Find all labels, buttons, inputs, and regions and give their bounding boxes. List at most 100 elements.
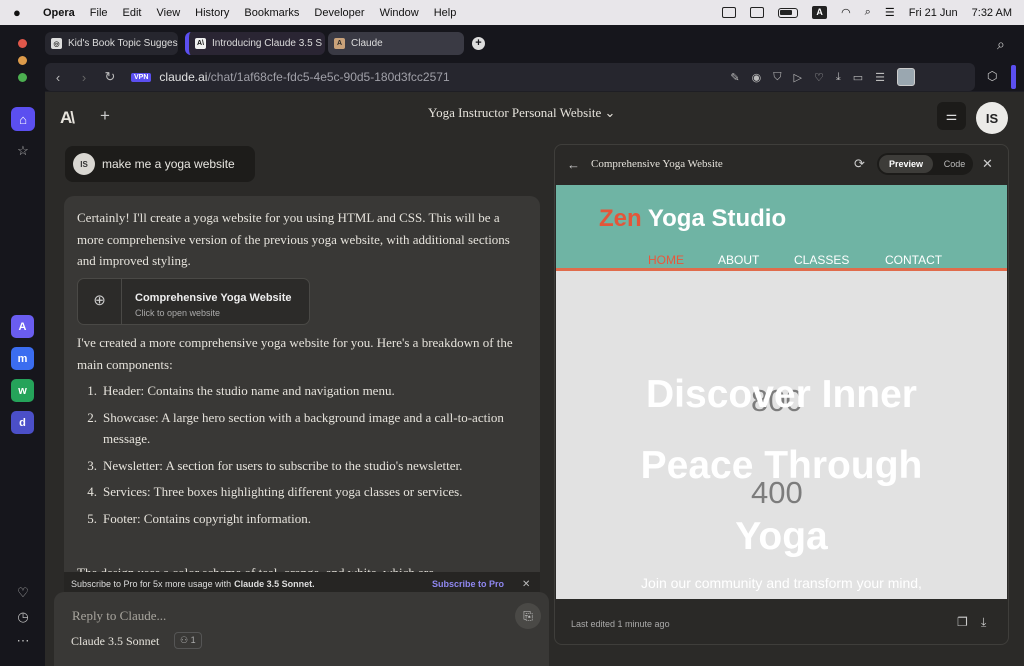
tab-claude-active[interactable]: A Claude <box>328 32 464 55</box>
artifact-card[interactable]: ⊕ Comprehensive Yoga Website Click to op… <box>77 278 310 325</box>
battery-saver-icon[interactable]: ▭ <box>853 71 863 84</box>
download-icon[interactable]: ⤓ <box>836 71 841 84</box>
artifact-panel: ← Comprehensive Yoga Website ⟳ Preview C… <box>554 144 1009 645</box>
list-item: 4. Services: Three boxes highlighting dif… <box>87 484 463 499</box>
conversation-title[interactable]: Yoga Instructor Personal Website ⌄ <box>428 105 615 121</box>
tab-kids-book[interactable]: ◎ Kid's Book Topic Sugges <box>45 32 178 55</box>
menu-developer[interactable]: Developer <box>314 7 364 19</box>
claude-app: A\ + Yoga Instructor Personal Website ⌄ … <box>45 92 1024 666</box>
code-tab[interactable]: Code <box>938 155 971 173</box>
project-users-badge[interactable]: ⚇ 1 <box>174 632 202 649</box>
messenger-app-icon[interactable]: m <box>11 347 34 370</box>
heart-icon[interactable]: ♡ <box>814 71 824 84</box>
menu-window[interactable]: Window <box>380 7 419 19</box>
close-icon[interactable]: ✕ <box>522 579 530 590</box>
bookmarks-star-icon[interactable]: ☆ <box>11 139 35 163</box>
paperclip-icon[interactable]: ⎘ <box>515 603 541 629</box>
menu-view[interactable]: View <box>157 7 181 19</box>
tab-introducing-claude[interactable]: A\ Introducing Claude 3.5 S <box>185 32 325 55</box>
menu-file[interactable]: File <box>90 7 108 19</box>
window-minimize-button[interactable] <box>18 56 27 65</box>
website-preview: Zen Yoga Studio HOME ABOUT CLASSES CONTA… <box>556 185 1007 599</box>
send-icon[interactable]: ▷ <box>794 71 802 84</box>
menubar-date[interactable]: Fri 21 Jun <box>909 7 958 19</box>
new-chat-plus-icon[interactable]: + <box>100 106 110 126</box>
sliders-icon: ⚌ <box>945 108 958 123</box>
claude-icon: A <box>334 38 345 49</box>
address-tools: ✎ ◉ ⛉ ▷ ♡ ⤓ ▭ ☰ <box>730 63 915 91</box>
refresh-icon[interactable]: ⟳ <box>854 156 865 172</box>
window-close-button[interactable] <box>18 39 27 48</box>
tab-label: Introducing Claude 3.5 S <box>212 38 323 49</box>
vpn-badge[interactable]: VPN <box>131 72 152 82</box>
camera-icon[interactable]: ◉ <box>752 71 762 84</box>
spotlight-search-icon[interactable]: ⌕ <box>865 6 871 19</box>
artifact-card-subtitle: Click to open website <box>135 308 221 318</box>
forward-arrow-icon[interactable]: › <box>71 70 97 85</box>
tab-label: Claude <box>351 38 383 49</box>
window-switch-icon[interactable] <box>750 7 765 18</box>
preview-tab[interactable]: Preview <box>879 155 933 173</box>
copy-icon[interactable]: ❐ <box>957 615 968 629</box>
user-message-text: make me a yoga website <box>102 157 235 171</box>
address-bar[interactable]: ‹ › ↻ VPN claude.ai/chat/1af68cfe-fdc5-4… <box>45 63 975 91</box>
battery-icon[interactable] <box>778 7 799 18</box>
menu-edit[interactable]: Edit <box>123 7 142 19</box>
back-arrow-icon[interactable]: ← <box>567 157 580 172</box>
control-center-icon[interactable]: ☰ <box>885 6 895 19</box>
chat-settings-button[interactable]: ⚌ <box>937 102 966 130</box>
more-dots-icon[interactable]: ⋯ <box>11 629 35 653</box>
upsell-model: Claude 3.5 Sonnet. <box>234 579 315 589</box>
yoga-nav-about[interactable]: ABOUT <box>718 253 759 267</box>
yoga-nav-home[interactable]: HOME <box>648 253 684 267</box>
back-arrow-icon[interactable]: ‹ <box>45 70 71 85</box>
discord-app-icon[interactable]: d <box>11 411 34 434</box>
reply-composer[interactable]: Reply to Claude... ⎘ Claude 3.5 Sonnet ⚇… <box>54 592 549 666</box>
menu-history[interactable]: History <box>195 7 229 19</box>
whatsapp-app-icon[interactable]: w <box>11 379 34 402</box>
download-icon[interactable]: ⤓ <box>981 615 986 630</box>
extensions-cube-icon[interactable]: ⬡ <box>987 69 997 83</box>
apple-menu-icon[interactable]: ● <box>13 5 29 20</box>
close-icon[interactable]: ✕ <box>982 156 993 172</box>
heart-icon[interactable]: ♡ <box>11 581 35 605</box>
new-tab-plus-icon[interactable]: + <box>472 37 485 50</box>
yoga-nav-classes[interactable]: CLASSES <box>794 253 849 267</box>
yoga-hero-tagline: Join our community and transform your mi… <box>641 575 922 591</box>
artifact-panel-title: Comprehensive Yoga Website <box>591 158 723 170</box>
easy-setup-icon[interactable]: ☰ <box>875 71 885 84</box>
edit-icon[interactable]: ✎ <box>730 71 739 84</box>
list-item: 5. Footer: Contains copyright information… <box>87 510 311 526</box>
wifi-icon[interactable]: ◠ <box>841 6 851 19</box>
user-avatar[interactable]: IS <box>976 102 1008 134</box>
menu-app-name[interactable]: Opera <box>43 7 75 19</box>
tab-bar: ◎ Kid's Book Topic Sugges A\ Introducing… <box>45 25 1024 63</box>
menubar-time[interactable]: 7:32 AM <box>972 7 1012 19</box>
anthropic-icon: A\ <box>195 38 206 49</box>
aria-app-icon[interactable]: A <box>11 315 34 338</box>
home-icon[interactable]: ⌂ <box>11 107 35 131</box>
menu-bookmarks[interactable]: Bookmarks <box>244 7 299 19</box>
shield-icon[interactable]: ⛉ <box>773 71 781 84</box>
globe-icon: ◎ <box>51 38 62 49</box>
user-icon: ⚇ <box>180 635 189 645</box>
menu-help[interactable]: Help <box>434 7 457 19</box>
yoga-nav-contact[interactable]: CONTACT <box>885 253 942 267</box>
input-source-icon[interactable]: A <box>812 6 828 19</box>
url-text[interactable]: claude.ai/chat/1af68cfe-fdc5-4e5c-90d5-1… <box>159 70 449 84</box>
screen-mirror-icon[interactable] <box>722 7 737 18</box>
subscribe-pro-link[interactable]: Subscribe to Pro <box>432 579 504 589</box>
assistant-intro-text: Certainly! I'll create a yoga website fo… <box>77 210 510 268</box>
reload-icon[interactable]: ↻ <box>97 69 123 85</box>
tab-search-icon[interactable]: ⌕ <box>997 36 1005 53</box>
yoga-site-logo: Zen Yoga Studio <box>599 205 787 232</box>
preview-code-toggle: Preview Code <box>877 153 973 175</box>
window-zoom-button[interactable] <box>18 73 27 82</box>
anthropic-logo-icon[interactable]: A\ <box>60 108 75 128</box>
model-selector[interactable]: Claude 3.5 Sonnet <box>71 634 159 649</box>
yoga-site-header: Zen Yoga Studio HOME ABOUT CLASSES CONTA… <box>556 185 1007 271</box>
opera-sidebar: ⌂ ☆ A m w d ♡ ◷ ⋯ <box>0 25 45 666</box>
reply-input[interactable]: Reply to Claude... <box>72 608 166 624</box>
profile-avatar[interactable] <box>897 68 915 86</box>
history-clock-icon[interactable]: ◷ <box>11 605 35 629</box>
